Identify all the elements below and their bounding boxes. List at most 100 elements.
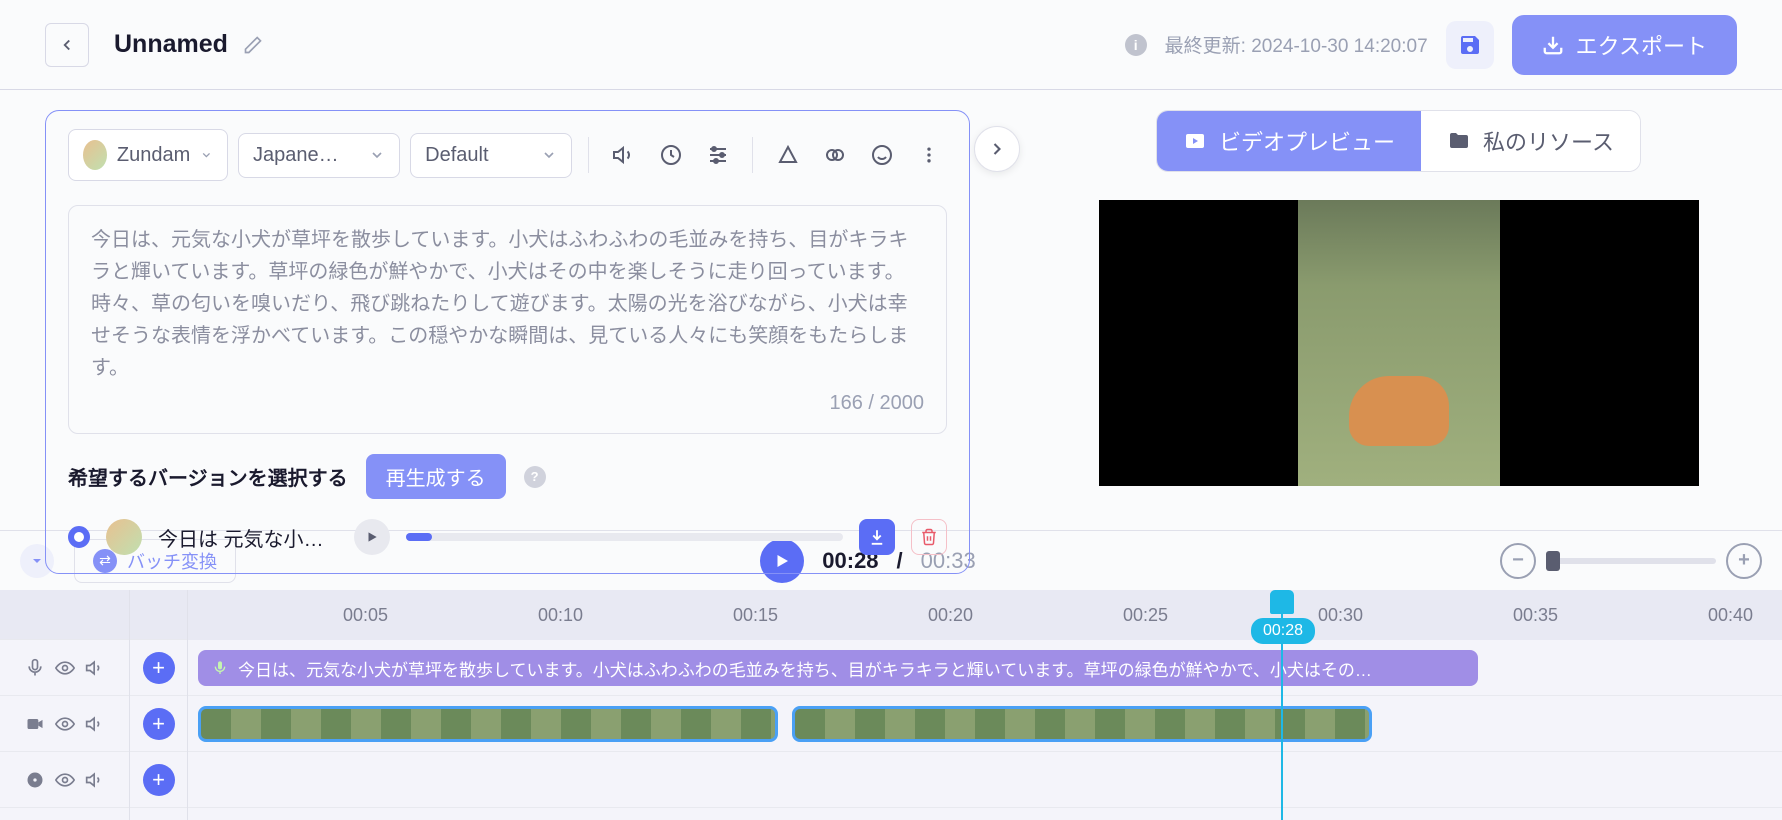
chevron-down-icon	[200, 147, 213, 163]
track-download-button[interactable]	[859, 519, 895, 555]
playhead[interactable]: 00:28	[1281, 590, 1283, 820]
preview-tabs: ビデオプレビュー 私のリソース	[1156, 110, 1641, 172]
editor-toolbar: Zundam Japane… Default	[68, 129, 947, 181]
audio-clip[interactable]: 今日は、元気な小犬が草坪を散歩しています。小犬はふわふわの毛並みを持ち、目がキラ…	[198, 650, 1478, 686]
speaker-icon[interactable]	[85, 658, 105, 678]
chevron-down-icon	[369, 147, 385, 163]
header: Unnamed i 最終更新: 2024-10-30 14:20:07 エクスポ…	[0, 0, 1782, 90]
smile-icon	[870, 143, 894, 167]
save-button[interactable]	[1446, 21, 1494, 69]
folder-icon	[1447, 129, 1471, 153]
style-name: Default	[425, 144, 488, 167]
char-count: 166 / 2000	[91, 392, 924, 415]
export-button[interactable]: エクスポート	[1512, 15, 1737, 75]
add-audio-track-button[interactable]: +	[143, 652, 175, 684]
chevron-down-icon	[29, 553, 45, 569]
playhead-time: 00:28	[1251, 618, 1315, 644]
triangle-icon	[776, 143, 800, 167]
tab-resources-label: 私のリソース	[1483, 125, 1614, 157]
track-play-button[interactable]	[354, 519, 390, 555]
ruler-mark: 00:30	[1318, 590, 1513, 640]
track-avatar	[106, 519, 142, 555]
text-input-box[interactable]: 今日は、元気な小犬が草坪を散歩しています。小犬はふわふわの毛並みを持ち、目がキラ…	[68, 205, 947, 434]
settings-button[interactable]	[699, 134, 736, 176]
video-play-icon	[1183, 129, 1207, 153]
back-button[interactable]	[45, 23, 89, 67]
tab-resources[interactable]: 私のリソース	[1421, 111, 1640, 171]
music-track-row[interactable]	[188, 752, 1782, 808]
sliders-icon	[706, 143, 730, 167]
last-update: 最終更新: 2024-10-30 14:20:07	[1165, 31, 1428, 58]
eye-icon[interactable]	[55, 714, 75, 734]
track-progress[interactable]	[406, 533, 843, 541]
volume-icon	[612, 143, 636, 167]
zoom-in-button[interactable]: +	[1726, 543, 1762, 579]
ruler-mark: 00:20	[928, 590, 1123, 640]
zoom-out-button[interactable]: −	[1500, 543, 1536, 579]
add-video-track-button[interactable]: +	[143, 708, 175, 740]
audio-track-controls	[0, 640, 129, 696]
more-button[interactable]	[910, 134, 947, 176]
pitch-button[interactable]	[769, 134, 806, 176]
export-label: エクスポート	[1576, 29, 1707, 61]
help-icon[interactable]: ?	[524, 466, 546, 488]
video-icon[interactable]	[25, 714, 45, 734]
link-button[interactable]	[816, 134, 853, 176]
editor-panel: Zundam Japane… Default	[0, 90, 1015, 530]
voice-dropdown[interactable]: Zundam	[68, 129, 228, 181]
video-clip-2[interactable]	[792, 706, 1372, 742]
project-title: Unnamed	[114, 30, 228, 59]
emotion-button[interactable]	[863, 134, 900, 176]
add-music-track-button[interactable]: +	[143, 764, 175, 796]
track-delete-button[interactable]	[911, 519, 947, 555]
audio-track-row[interactable]: 今日は、元気な小犬が草坪を散歩しています。小犬はふわふわの毛並みを持ち、目がキラ…	[188, 640, 1782, 696]
music-icon[interactable]	[25, 770, 45, 790]
save-icon	[1458, 33, 1482, 57]
speaker-icon[interactable]	[85, 714, 105, 734]
style-dropdown[interactable]: Default	[410, 133, 572, 178]
version-label: 希望するバージョンを選択する	[68, 462, 348, 491]
ruler-mark: 00:05	[343, 590, 538, 640]
zoom-slider[interactable]	[1546, 558, 1716, 564]
trash-icon	[920, 528, 938, 546]
tab-video-preview[interactable]: ビデオプレビュー	[1157, 111, 1421, 171]
eye-icon[interactable]	[55, 658, 75, 678]
mic-icon[interactable]	[25, 658, 45, 678]
regenerate-button[interactable]: 再生成する	[366, 454, 506, 499]
link-icon	[823, 143, 847, 167]
chevron-left-icon	[58, 36, 76, 54]
play-icon	[365, 530, 379, 544]
download-icon	[1542, 34, 1564, 56]
ruler-mark: 00:40	[1708, 590, 1782, 640]
music-track-controls	[0, 752, 129, 808]
video-track-controls	[0, 696, 129, 752]
timeline: + + + 00:0500:1000:1500:2000:2500:3000:3…	[0, 590, 1782, 820]
language-name: Japane…	[253, 144, 339, 167]
video-preview[interactable]	[1099, 200, 1699, 486]
language-dropdown[interactable]: Japane…	[238, 133, 400, 178]
speed-icon	[659, 143, 683, 167]
track-preview-text: 今日は 元気な小犬が…	[158, 523, 338, 552]
text-content: 今日は、元気な小犬が草坪を散歩しています。小犬はふわふわの毛並みを持ち、目がキラ…	[91, 224, 924, 384]
preview-panel: ビデオプレビュー 私のリソース	[1015, 90, 1782, 530]
timeline-ruler[interactable]: 00:0500:1000:1500:2000:2500:3000:3500:40	[188, 590, 1782, 640]
video-clip-1[interactable]	[198, 706, 778, 742]
speed-button[interactable]	[652, 134, 689, 176]
audio-clip-text: 今日は、元気な小犬が草坪を散歩しています。小犬はふわふわの毛並みを持ち、目がキラ…	[238, 656, 1372, 681]
eye-icon[interactable]	[55, 770, 75, 790]
info-icon[interactable]: i	[1125, 34, 1147, 56]
voice-avatar	[83, 140, 107, 170]
video-track-row[interactable]	[188, 696, 1782, 752]
volume-button[interactable]	[605, 134, 642, 176]
chevron-down-icon	[541, 147, 557, 163]
edit-title-button[interactable]	[243, 35, 263, 55]
ruler-mark: 00:35	[1513, 590, 1708, 640]
mic-icon	[212, 660, 228, 676]
ruler-mark: 00:10	[538, 590, 733, 640]
speaker-icon[interactable]	[85, 770, 105, 790]
track-radio[interactable]	[68, 526, 90, 548]
generated-track-item: 今日は 元気な小犬が…	[68, 519, 947, 555]
expand-panel-button[interactable]	[974, 126, 1020, 172]
chevron-right-icon	[987, 139, 1007, 159]
pencil-icon	[243, 35, 263, 55]
